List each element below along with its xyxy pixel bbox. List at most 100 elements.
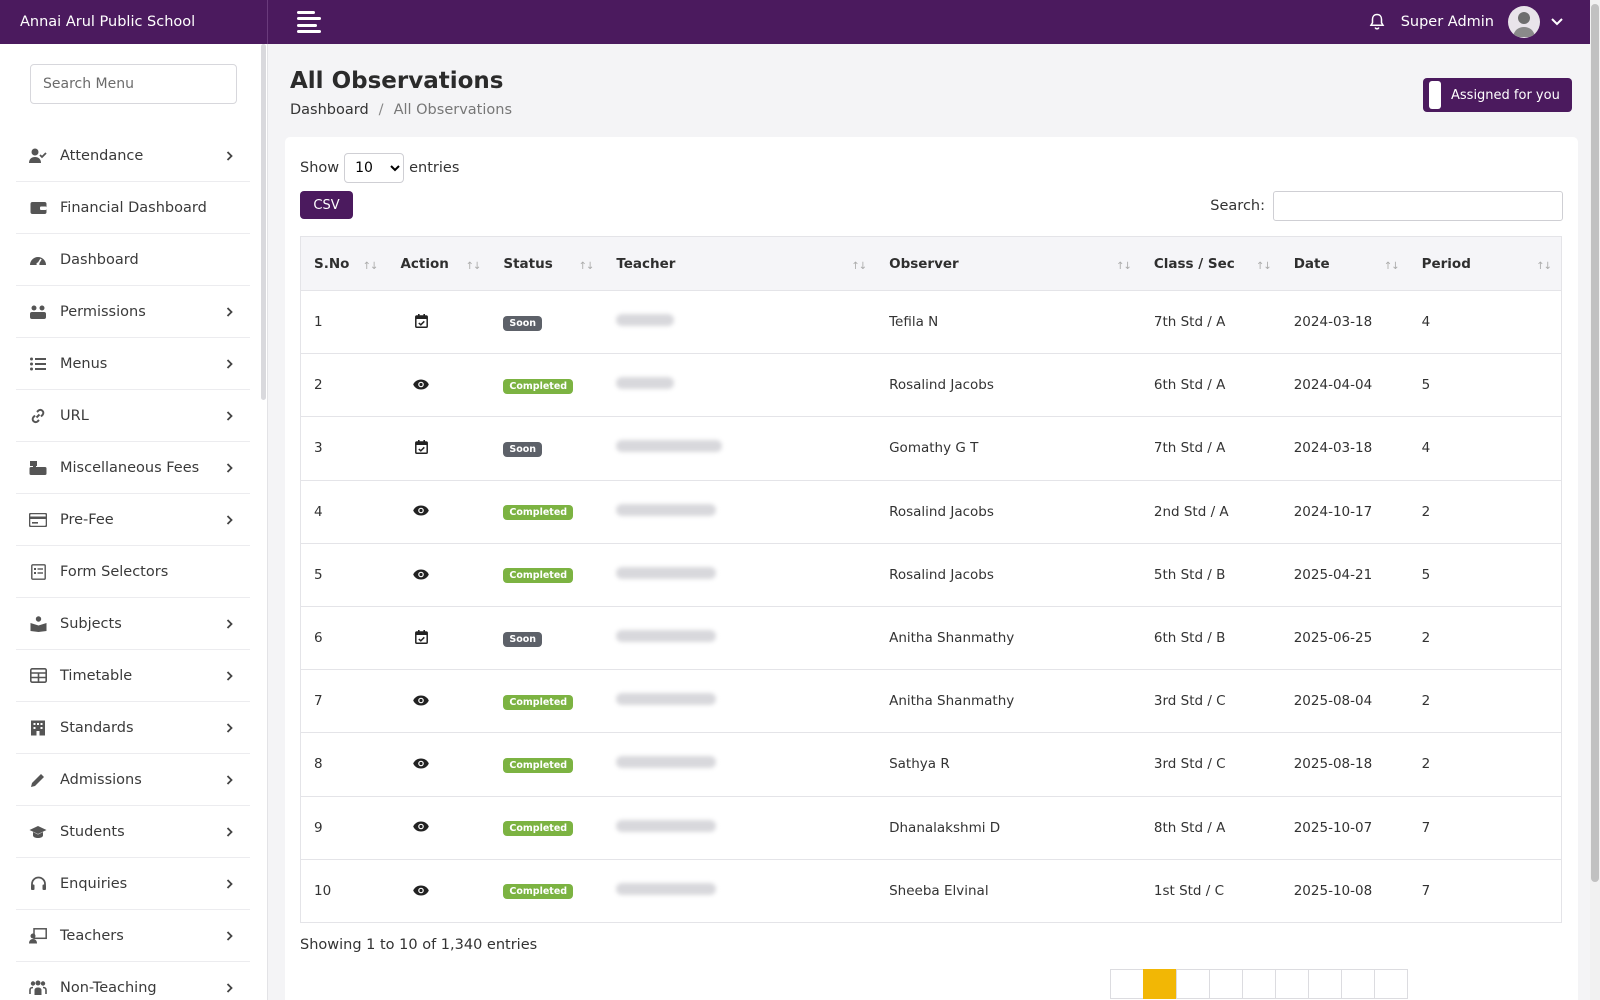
book-reader-icon: [29, 615, 47, 633]
eye-icon[interactable]: [413, 503, 430, 519]
sidebar-item-form-selectors[interactable]: Form Selectors: [16, 546, 250, 598]
table-search: Search:: [1210, 191, 1563, 221]
eye-icon[interactable]: [413, 566, 430, 582]
cell-class-sec: 7th Std / A: [1153, 440, 1226, 457]
sidebar-item-label: Subjects: [60, 615, 122, 632]
column-header-period[interactable]: Period ↑↓: [1408, 236, 1562, 291]
column-header-status[interactable]: Status ↑↓: [490, 236, 604, 291]
sidebar-item-permissions[interactable]: Permissions: [16, 286, 250, 338]
sidebar-item-url[interactable]: URL: [16, 390, 250, 442]
teacher-name-redacted: [616, 756, 717, 769]
search-menu-input[interactable]: [30, 64, 237, 104]
breadcrumb-dashboard-link[interactable]: Dashboard: [290, 102, 369, 118]
cell-sno: 7: [300, 669, 388, 733]
entries-select[interactable]: 10: [344, 153, 405, 183]
cell-sno: 9: [300, 796, 388, 860]
sidebar-item-menus[interactable]: Menus: [16, 338, 250, 390]
pagination-page[interactable]: [1242, 969, 1276, 999]
pagination-page[interactable]: [1209, 969, 1243, 999]
pagination-next[interactable]: [1374, 969, 1408, 999]
building-icon: [29, 719, 47, 737]
sidebar-item-dashboard[interactable]: Dashboard: [16, 234, 250, 286]
page-scrollbar-thumb[interactable]: [1591, 4, 1599, 882]
chevron-right-icon: [224, 358, 234, 369]
chevron-right-icon: [224, 930, 234, 941]
breadcrumb-current: All Observations: [393, 102, 512, 118]
eye-icon[interactable]: [413, 377, 430, 393]
calendar-check-icon[interactable]: [413, 439, 429, 455]
pagination-previous[interactable]: [1110, 969, 1144, 999]
sidebar-item-teachers[interactable]: Teachers: [16, 910, 250, 962]
sidebar-item-enquiries[interactable]: Enquiries: [16, 858, 250, 910]
sidebar-item-timetable[interactable]: Timetable: [16, 650, 250, 702]
pagination: [1110, 969, 1408, 999]
eye-icon[interactable]: [413, 882, 430, 898]
user-name[interactable]: Super Admin: [1401, 14, 1494, 30]
sidebar-scrollbar[interactable]: [261, 44, 266, 400]
chevron-down-icon[interactable]: [1550, 15, 1564, 29]
cell-date: 2025-06-25: [1293, 630, 1373, 647]
show-label: Show: [300, 160, 340, 176]
column-header-s-no[interactable]: S.No ↑↓: [300, 236, 388, 291]
column-header-date[interactable]: Date ↑↓: [1280, 236, 1409, 291]
sidebar-item-students[interactable]: Students: [16, 806, 250, 858]
table-search-input[interactable]: [1273, 191, 1563, 221]
cell-teacher: [603, 291, 876, 354]
pagination-page[interactable]: [1275, 969, 1309, 999]
cell-action: [387, 354, 490, 417]
column-header-teacher[interactable]: Teacher ↑↓: [603, 236, 877, 291]
eye-icon[interactable]: [413, 819, 430, 835]
cell-date: 2024-03-18: [1293, 440, 1373, 457]
column-header-class-sec[interactable]: Class / Sec ↑↓: [1140, 236, 1281, 291]
sidebar-item-standards[interactable]: Standards: [16, 702, 250, 754]
table-row: 5 Completed Rosalind Jacobs 5th Std / B 2025…: [300, 543, 1562, 607]
cell-teacher: [603, 543, 876, 606]
cell-period: 2: [1408, 732, 1562, 796]
graduation-cap-icon: [29, 823, 47, 841]
cell-teacher: [603, 606, 876, 669]
sidebar-item-admissions[interactable]: Admissions: [16, 754, 250, 806]
table-row: 8 Completed Sathya R 3rd Std / C 2025-08-18 2: [300, 732, 1562, 796]
pagination-last-page[interactable]: [1341, 969, 1375, 999]
cell-status: Soon: [490, 417, 603, 480]
status-badge: Soon: [503, 315, 543, 331]
cash-register-icon: [29, 459, 47, 477]
cell-class-sec: 1st Std / C: [1153, 882, 1225, 899]
table-row: 3 Soon Gomathy G T 7th Std / A 2024-03-18 4: [300, 416, 1562, 481]
column-header-action[interactable]: Action ↑↓: [387, 236, 491, 291]
avatar[interactable]: [1508, 6, 1540, 38]
bell-icon[interactable]: [1367, 12, 1387, 32]
eye-icon[interactable]: [413, 692, 430, 708]
sidebar-item-non-teaching[interactable]: Non-Teaching: [16, 962, 250, 1000]
page-scrollbar[interactable]: [1590, 0, 1600, 1000]
cell-sno: 10: [300, 859, 388, 923]
cell-class-sec: 6th Std / A: [1153, 377, 1226, 394]
eye-icon[interactable]: [413, 756, 430, 772]
cell-period: 4: [1408, 290, 1562, 354]
school-name[interactable]: Annai Arul Public School: [0, 0, 268, 44]
teacher-name-redacted: [616, 440, 723, 453]
sidebar-item-financial-dashboard[interactable]: Financial Dashboard: [16, 182, 250, 234]
pagination-page[interactable]: [1176, 969, 1210, 999]
cell-class-sec: 3rd Std / C: [1153, 693, 1226, 710]
hamburger-menu-icon[interactable]: [297, 11, 323, 33]
calendar-check-icon[interactable]: [413, 629, 429, 645]
assigned-for-you-toggle[interactable]: Assigned for you: [1423, 78, 1572, 112]
sort-icon: ↑↓: [578, 261, 595, 272]
sidebar-item-subjects[interactable]: Subjects: [16, 598, 250, 650]
chevron-right-icon: [224, 306, 234, 317]
table-row: 4 Completed Rosalind Jacobs 2nd Std / A 2024…: [300, 480, 1562, 544]
pagination-page-active[interactable]: [1143, 969, 1177, 999]
sort-icon: ↑↓: [1116, 261, 1132, 272]
sort-icon: ↑↓: [1255, 261, 1272, 272]
sidebar-item-attendance[interactable]: Attendance: [16, 130, 250, 182]
calendar-check-icon[interactable]: [413, 313, 429, 329]
cell-teacher: [603, 796, 876, 859]
main-content: All Observations Dashboard / All Observa…: [268, 44, 1590, 1000]
link-icon: [29, 407, 47, 425]
sidebar-item-miscellaneous-fees[interactable]: Miscellaneous Fees: [16, 442, 250, 494]
sidebar-item-pre-fee[interactable]: Pre-Fee: [16, 494, 250, 546]
column-header-observer[interactable]: Observer ↑↓: [876, 236, 1141, 291]
csv-button[interactable]: CSV: [300, 191, 353, 219]
cell-period: 7: [1408, 859, 1562, 923]
